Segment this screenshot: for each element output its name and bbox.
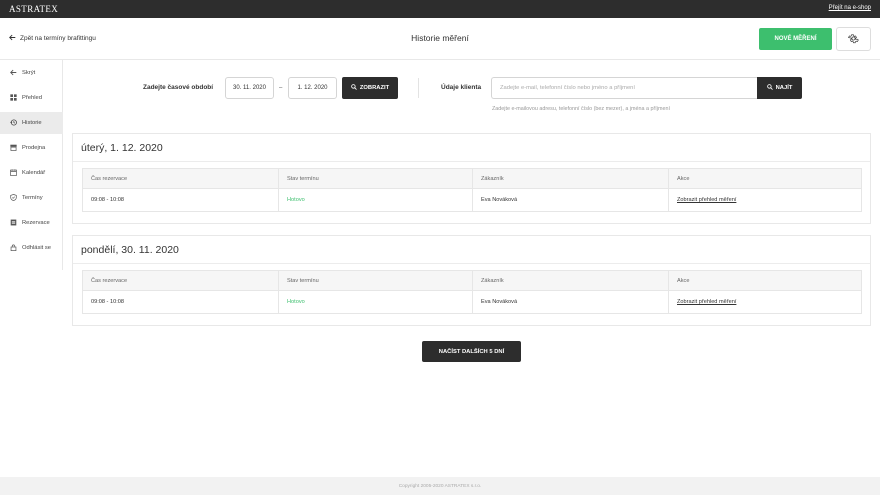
- sidebar-item-store[interactable]: Prodejna: [0, 137, 63, 159]
- sidebar-item-label: Historie: [22, 120, 42, 126]
- sidebar-item-label: Termíny: [22, 195, 43, 201]
- sidebar-item-label: Kalendář: [22, 170, 46, 176]
- view-measurement-link[interactable]: Zobrazit přehled měření: [677, 197, 736, 203]
- page-title: Historie měření: [411, 33, 469, 43]
- column-header: Čas rezervace: [91, 277, 128, 284]
- store-icon: [10, 144, 17, 153]
- action-cell: Zobrazit přehled měření: [668, 291, 861, 313]
- customer-name: Eva Nováková: [472, 189, 668, 211]
- sidebar-item-label: Odhlásit se: [22, 245, 51, 251]
- copyright-text: Copyright 2005-2020 ASTRATEX s.r.o.: [398, 483, 482, 489]
- table-header: Čas rezervace Stav termínu Zákazník Akce: [83, 271, 861, 291]
- footer: Copyright 2005-2020 ASTRATEX s.r.o.: [0, 477, 880, 495]
- date-separator: –: [279, 85, 283, 91]
- sidebar-item-history[interactable]: Historie: [0, 112, 63, 134]
- find-button[interactable]: NAJÍT: [757, 77, 802, 99]
- column-header: Akce: [668, 169, 861, 188]
- date-to-input[interactable]: 1. 12. 2020: [288, 77, 337, 99]
- client-search-input[interactable]: Zadejte e-mail, telefonní číslo nebo jmé…: [491, 77, 758, 99]
- customer-name: Eva Nováková: [472, 291, 668, 313]
- sidebar-item-reservations[interactable]: Rezervace: [0, 212, 63, 234]
- sidebar-item-label: Rezervace: [22, 220, 50, 226]
- sidebar-item-hide[interactable]: Skrýt: [0, 62, 63, 84]
- brand-logo[interactable]: ASTRATEX: [9, 4, 58, 14]
- column-header: Stav termínu: [278, 169, 472, 188]
- reservation-time: 09:08 - 10:08: [91, 197, 124, 203]
- column-header: Čas rezervace: [91, 175, 128, 182]
- sidebar-item-logout[interactable]: Odhlásit se: [0, 237, 63, 259]
- load-more-button[interactable]: NAČÍST DALŠÍCH 5 DNÍ: [422, 341, 521, 362]
- new-measurement-button[interactable]: NOVÉ MĚŘENÍ: [759, 28, 832, 50]
- sidebar: Skrýt Přehled Historie Prodejna Kalendář…: [0, 60, 63, 270]
- history-icon: [10, 118, 17, 128]
- reservations-table: Čas rezervace Stav termínu Zákazník Akce…: [82, 270, 862, 314]
- top-bar: ASTRATEX Přejít na e-shop: [0, 0, 880, 18]
- sidebar-item-terms[interactable]: Termíny: [0, 187, 63, 209]
- grid-icon: [10, 93, 17, 103]
- arrow-left-icon: [10, 69, 17, 78]
- reservation-time: 09:08 - 10:08: [91, 299, 124, 305]
- sidebar-item-label: Skrýt: [22, 70, 36, 76]
- table-header: Čas rezervace Stav termínu Zákazník Akce: [83, 169, 861, 189]
- status-text: Hotovo: [278, 291, 472, 313]
- divider: [73, 161, 870, 162]
- period-label: Zadejte časové období: [143, 84, 214, 91]
- calendar-icon: [10, 168, 17, 178]
- date-from-input[interactable]: 30. 11. 2020: [225, 77, 274, 99]
- sidebar-item-label: Prodejna: [22, 145, 46, 151]
- status-text: Hotovo: [278, 189, 472, 211]
- sidebar-item-calendar[interactable]: Kalendář: [0, 162, 63, 184]
- show-button[interactable]: ZOBRAZIT: [342, 77, 398, 99]
- eshop-link[interactable]: Přejít na e-shop: [829, 5, 871, 11]
- action-cell: Zobrazit přehled měření: [668, 189, 861, 211]
- column-header: Zákazník: [472, 271, 668, 290]
- search-icon: [766, 84, 773, 92]
- day-card: pondělí, 30. 11. 2020 Čas rezervace Stav…: [72, 235, 871, 326]
- divider: [73, 263, 870, 264]
- list-icon: [10, 219, 17, 228]
- find-button-label: NAJÍT: [775, 85, 793, 91]
- show-button-label: ZOBRAZIT: [359, 85, 390, 91]
- gear-icon: [847, 33, 859, 46]
- page-header: Zpět na termíny brafittingu Historie měř…: [0, 18, 880, 60]
- column-header: Stav termínu: [278, 271, 472, 290]
- settings-button[interactable]: [836, 27, 871, 51]
- table-row: 09:08 - 10:08 Hotovo Eva Nováková Zobraz…: [83, 189, 861, 211]
- table-row: 09:08 - 10:08 Hotovo Eva Nováková Zobraz…: [83, 291, 861, 313]
- day-title: úterý, 1. 12. 2020: [81, 142, 163, 154]
- shield-icon: [10, 193, 17, 203]
- column-header: Akce: [668, 271, 861, 290]
- lock-icon: [10, 244, 17, 253]
- day-title: pondělí, 30. 11. 2020: [81, 244, 179, 256]
- sidebar-item-label: Přehled: [22, 95, 42, 101]
- filter-divider: [418, 78, 419, 98]
- search-hint: Zadejte e-mailovou adresu, telefonní čís…: [492, 106, 670, 112]
- client-label: Údaje klienta: [441, 84, 482, 91]
- search-icon: [351, 84, 357, 92]
- view-measurement-link[interactable]: Zobrazit přehled měření: [677, 299, 736, 305]
- column-header: Zákazník: [472, 169, 668, 188]
- sidebar-item-overview[interactable]: Přehled: [0, 87, 63, 109]
- day-card: úterý, 1. 12. 2020 Čas rezervace Stav te…: [72, 133, 871, 224]
- reservations-table: Čas rezervace Stav termínu Zákazník Akce…: [82, 168, 862, 212]
